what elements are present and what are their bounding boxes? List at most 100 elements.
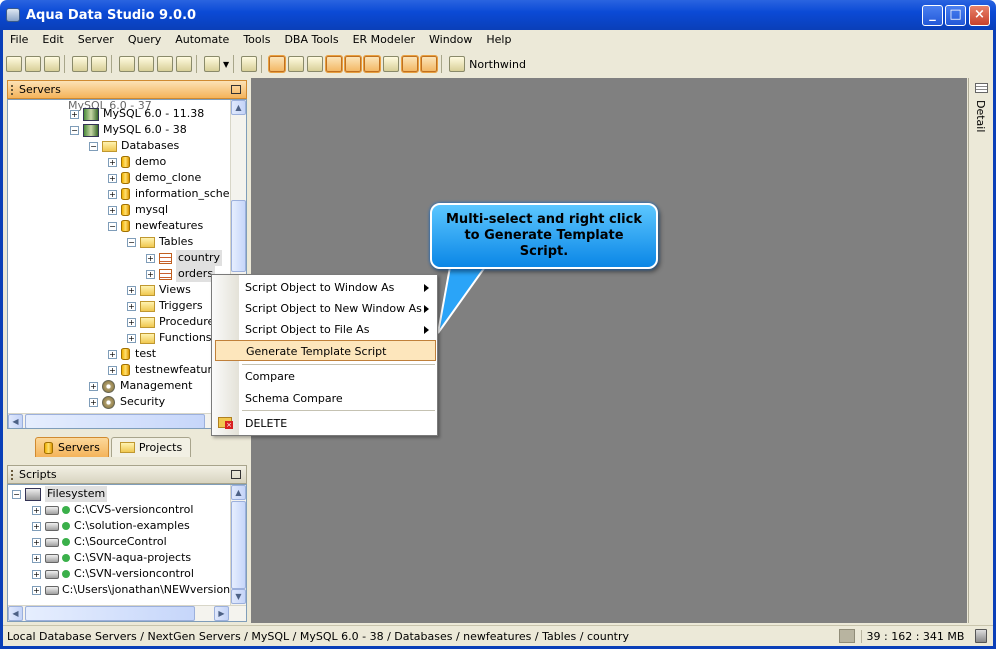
expand-icon[interactable]: +	[32, 537, 41, 547]
tree-node[interactable]: + test	[108, 346, 156, 362]
tree-node[interactable]: + Management	[89, 378, 192, 394]
detail-icon[interactable]	[975, 83, 988, 93]
tab-servers[interactable]: Servers	[35, 437, 109, 457]
tree-node[interactable]: + C:\solution-examples	[32, 518, 190, 534]
query-analyzer-icon[interactable]	[138, 56, 154, 72]
menu-item-schema-compare[interactable]: Schema Compare	[240, 388, 435, 409]
horizontal-scrollbar[interactable]: ◀ ▶	[8, 605, 246, 621]
tree-node[interactable]: + C:\CVS-versioncontrol	[32, 502, 193, 518]
minimize-button[interactable]: _	[922, 5, 943, 26]
expand-icon[interactable]: +	[32, 505, 41, 515]
layout-split-icon[interactable]	[344, 55, 363, 73]
expand-icon[interactable]: +	[32, 521, 41, 531]
expand-icon[interactable]: +	[89, 381, 98, 391]
tab-projects[interactable]: Projects	[110, 437, 192, 457]
menu-item-script-to-window[interactable]: Script Object to Window As	[240, 277, 435, 298]
scroll-thumb[interactable]	[231, 501, 246, 589]
menu-er-modeler[interactable]: ER Modeler	[346, 30, 422, 50]
expand-icon[interactable]: +	[146, 269, 155, 279]
expand-icon[interactable]: +	[108, 365, 117, 375]
collapse-icon[interactable]: −	[70, 125, 79, 135]
tree-node[interactable]: − newfeatures	[108, 218, 203, 234]
tree-node[interactable]: − Tables	[127, 234, 193, 250]
tree-node[interactable]: + Functions	[127, 330, 212, 346]
scroll-up-icon[interactable]: ▲	[231, 100, 246, 115]
tree-node[interactable]: + mysql	[108, 202, 168, 218]
tree-node[interactable]: + C:\SVN-versioncontrol	[32, 566, 194, 582]
expand-icon[interactable]: +	[32, 553, 41, 563]
expand-icon[interactable]: +	[32, 585, 41, 595]
compare-icon[interactable]	[176, 56, 192, 72]
expand-icon[interactable]: +	[127, 285, 136, 295]
menu-server[interactable]: Server	[71, 30, 121, 50]
script-icon[interactable]	[204, 56, 220, 72]
expand-icon[interactable]: +	[127, 301, 136, 311]
menu-dba-tools[interactable]: DBA Tools	[277, 30, 345, 50]
tree-node[interactable]: − Databases	[89, 138, 179, 154]
menu-item-script-to-new-window[interactable]: Script Object to New Window As	[240, 298, 435, 319]
expand-icon[interactable]: +	[89, 397, 98, 407]
tree-node[interactable]: + MySQL 6.0 - 11.38	[70, 106, 204, 122]
tree-node[interactable]: + C:\Users\jonathan\NEWversionc	[32, 582, 236, 598]
expand-icon[interactable]: +	[127, 333, 136, 343]
new-server-icon[interactable]	[6, 56, 22, 72]
tree-node[interactable]: + Procedure	[127, 314, 214, 330]
database-layout-icon[interactable]	[307, 56, 324, 72]
menu-item-delete[interactable]: DELETE	[240, 413, 435, 434]
menu-automate[interactable]: Automate	[168, 30, 236, 50]
edit-server-icon[interactable]	[25, 56, 41, 72]
expand-icon[interactable]: +	[127, 317, 136, 327]
connection-icon[interactable]	[449, 56, 466, 72]
dropdown-arrow-icon[interactable]: ▼	[223, 60, 229, 69]
scroll-thumb[interactable]	[231, 200, 246, 272]
query-window-icon[interactable]	[119, 56, 135, 72]
register-server-icon[interactable]	[44, 56, 60, 72]
layout-table-icon[interactable]	[325, 55, 344, 73]
tree-node[interactable]: − Filesystem	[12, 486, 108, 502]
layout-grid-icon[interactable]	[268, 55, 287, 73]
tree-node[interactable]: + C:\SourceControl	[32, 534, 167, 550]
menu-window[interactable]: Window	[422, 30, 479, 50]
scroll-thumb[interactable]	[25, 414, 205, 428]
connection-label[interactable]: Northwind	[469, 58, 526, 71]
layout-panels-icon[interactable]	[401, 55, 420, 73]
menu-item-compare[interactable]: Compare	[240, 366, 435, 387]
expand-icon[interactable]: +	[108, 173, 117, 183]
tree-node[interactable]: + testnewfeatur	[108, 362, 212, 378]
tree-node[interactable]: + information_scher	[108, 186, 234, 202]
expand-icon[interactable]: +	[108, 349, 117, 359]
expand-icon[interactable]: +	[108, 189, 117, 199]
collapse-icon[interactable]: −	[12, 489, 21, 499]
menu-help[interactable]: Help	[479, 30, 518, 50]
menu-item-generate-template-script[interactable]: Generate Template Script	[215, 340, 436, 361]
menu-file[interactable]: File	[3, 30, 35, 50]
connect-icon[interactable]	[72, 56, 88, 72]
menu-item-script-to-file[interactable]: Script Object to File As	[240, 319, 435, 340]
layout-full-icon[interactable]	[420, 55, 439, 73]
vertical-scrollbar[interactable]: ▲ ▼	[230, 485, 246, 605]
tree-node[interactable]: + orders	[146, 266, 216, 282]
collapse-icon[interactable]: −	[108, 221, 117, 231]
tree-node[interactable]: − MySQL 6.0 - 38	[70, 122, 187, 138]
scroll-down-icon[interactable]: ▼	[231, 589, 246, 604]
tree-node[interactable]: + Security	[89, 394, 165, 410]
menu-query[interactable]: Query	[121, 30, 168, 50]
scroll-right-icon[interactable]: ▶	[214, 606, 229, 621]
trash-icon[interactable]	[975, 629, 987, 643]
scroll-left-icon[interactable]: ◀	[8, 606, 23, 621]
collapse-icon[interactable]: −	[89, 141, 98, 151]
detail-tab[interactable]: Detail	[974, 100, 987, 132]
collapse-icon[interactable]: −	[127, 237, 136, 247]
expand-icon[interactable]: +	[108, 205, 117, 215]
close-button[interactable]: ×	[969, 5, 990, 26]
layout-list-icon[interactable]	[363, 55, 382, 73]
panel-grip-icon[interactable]	[11, 84, 14, 95]
tree-node[interactable]: + demo	[108, 154, 166, 170]
print-icon[interactable]	[241, 56, 258, 72]
menu-edit[interactable]: Edit	[35, 30, 70, 50]
panel-grip-icon[interactable]	[11, 469, 14, 480]
scroll-up-icon[interactable]: ▲	[231, 485, 246, 500]
maximize-button[interactable]: □	[945, 5, 966, 26]
disconnect-icon[interactable]	[91, 56, 107, 72]
tree-node[interactable]: + demo_clone	[108, 170, 201, 186]
